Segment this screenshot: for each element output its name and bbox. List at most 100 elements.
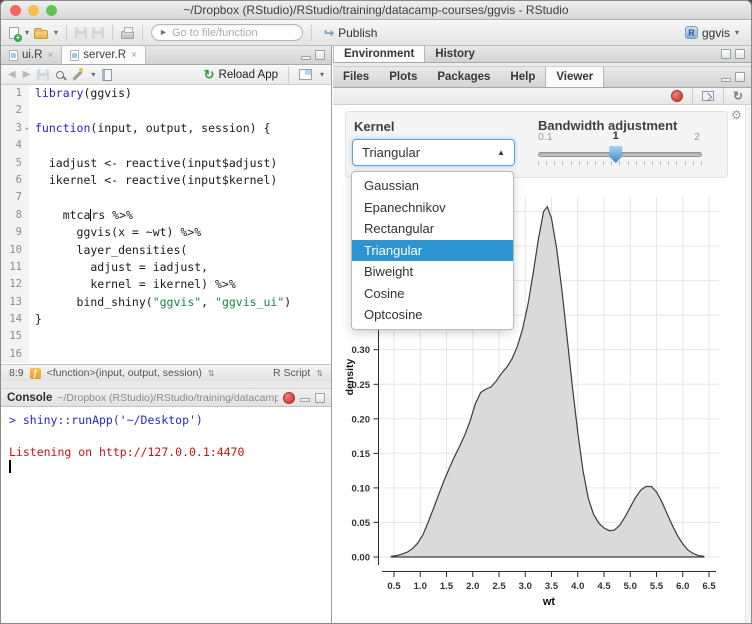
restore-pane-icon[interactable] <box>721 49 731 59</box>
close-tab-icon[interactable]: × <box>131 50 137 61</box>
slider-tick <box>636 161 637 165</box>
tab-viewer[interactable]: Viewer <box>545 67 604 87</box>
code-text <box>29 328 35 345</box>
tab-server-r[interactable]: server.R × <box>62 46 146 64</box>
traffic-lights <box>10 5 57 16</box>
titlebar[interactable]: ~/Dropbox (RStudio)/RStudio/training/dat… <box>1 1 751 20</box>
line-number: 9 <box>1 224 29 241</box>
open-in-new-window-icon[interactable] <box>702 91 714 101</box>
goto-file-search[interactable]: ► <box>151 24 303 41</box>
minimize-pane-icon[interactable] <box>721 78 731 82</box>
save-button[interactable] <box>75 27 87 39</box>
search-icon[interactable] <box>56 71 64 79</box>
compile-notebook-icon[interactable] <box>102 69 112 81</box>
maximize-pane-icon[interactable] <box>735 72 745 82</box>
svg-text:wt: wt <box>542 596 556 608</box>
minimize-pane-icon[interactable] <box>300 398 310 402</box>
dropdown-option-cosine[interactable]: Cosine <box>352 283 513 305</box>
close-window-button[interactable] <box>10 5 21 16</box>
dropdown-option-rectangular[interactable]: Rectangular <box>352 218 513 240</box>
open-file-button[interactable]: ▾ <box>34 26 58 39</box>
line-number: 7 <box>1 189 29 206</box>
stop-icon[interactable] <box>283 392 295 404</box>
minimize-pane-icon[interactable] <box>301 56 311 60</box>
zoom-window-button[interactable] <box>46 5 57 16</box>
viewer-scrollbar[interactable] <box>745 105 751 623</box>
close-tab-icon[interactable]: × <box>47 50 53 61</box>
line-number: 1 <box>1 85 29 102</box>
slider-tick <box>676 161 677 165</box>
maximize-pane-icon[interactable] <box>315 393 325 403</box>
code-tools-wand-icon[interactable] <box>71 69 83 81</box>
chevron-down-icon: ▾ <box>54 28 58 37</box>
code-line: 3▾function(input, output, session) { <box>1 120 331 137</box>
print-button[interactable] <box>121 31 134 39</box>
tab-ui-r[interactable]: ui.R× <box>1 46 62 64</box>
scope-label[interactable]: <function>(input, output, session) <box>47 367 202 379</box>
slider-tick <box>652 161 653 165</box>
slider-tick <box>603 161 604 165</box>
publish-button[interactable]: ↪ Publish <box>320 24 381 42</box>
publish-label: Publish <box>338 26 377 40</box>
dropdown-option-epanechnikov[interactable]: Epanechnikov <box>352 197 513 219</box>
forward-icon[interactable]: ▶ <box>23 70 31 80</box>
tab-environment[interactable]: Environment <box>333 46 425 62</box>
dropdown-option-triangular[interactable]: Triangular <box>352 240 513 262</box>
dropdown-option-optcosine[interactable]: Optcosine <box>352 304 513 326</box>
goto-file-input[interactable] <box>172 27 290 39</box>
kernel-dropdown-menu: GaussianEpanechnikovRectangularTriangula… <box>351 171 514 330</box>
environment-tabs: Environment History <box>333 46 485 62</box>
kernel-select[interactable]: Triangular ▲ <box>352 139 515 166</box>
new-file-icon <box>9 27 19 39</box>
code-line: 10 layer_densities( <box>1 242 331 259</box>
tab-label: Viewer <box>556 71 593 83</box>
code-line: 1library(ggvis) <box>1 85 331 102</box>
chevron-down-icon: ▾ <box>25 28 29 37</box>
tab-packages[interactable]: Packages <box>427 67 500 87</box>
code-text: kernel = ikernel) %>% <box>29 276 236 293</box>
line-number: 2 <box>1 102 29 119</box>
back-icon[interactable]: ◀ <box>8 70 16 80</box>
kernel-select-value: Triangular <box>362 145 420 160</box>
gear-icon[interactable]: ⚙ <box>731 109 742 121</box>
console-working-dir: ~/Dropbox (RStudio)/RStudio/training/dat… <box>57 392 278 404</box>
horizontal-splitter[interactable] <box>1 381 331 389</box>
doc-type-label[interactable]: R Script <box>273 367 310 379</box>
dropdown-option-gaussian[interactable]: Gaussian <box>352 175 513 197</box>
fold-icon[interactable]: ▾ <box>25 121 29 138</box>
console-output[interactable]: > shiny::runApp('~/Desktop') Listening o… <box>1 407 331 623</box>
minimize-window-button[interactable] <box>28 5 39 16</box>
tab-files[interactable]: Files <box>333 67 379 87</box>
code-text <box>29 102 35 119</box>
slider-tick <box>685 161 686 165</box>
slider-tick <box>571 161 572 165</box>
reload-app-button[interactable]: ↻ Reload App <box>204 68 278 81</box>
svg-text:3.5: 3.5 <box>545 581 559 592</box>
refresh-icon[interactable]: ↻ <box>733 90 743 102</box>
save-source-button[interactable] <box>37 69 49 81</box>
dropdown-option-biweight[interactable]: Biweight <box>352 261 513 283</box>
new-file-button[interactable]: ▾ <box>9 27 29 39</box>
slider-tick <box>554 161 555 165</box>
code-editor[interactable]: 1library(ggvis)23▾function(input, output… <box>1 85 331 364</box>
run-options-icon[interactable] <box>299 69 312 80</box>
maximize-pane-icon[interactable] <box>315 50 325 60</box>
r-project-icon: R <box>685 26 698 39</box>
tab-plots[interactable]: Plots <box>379 67 427 87</box>
slider-tick <box>538 161 539 165</box>
slider-tick <box>546 161 547 165</box>
slider-min-label: 0.1 <box>538 131 553 143</box>
slider-mid-label: 1 <box>613 130 619 142</box>
tab-label: History <box>435 48 475 60</box>
tab-help[interactable]: Help <box>500 67 545 87</box>
save-all-button[interactable] <box>92 27 104 39</box>
maximize-pane-icon[interactable] <box>735 49 745 59</box>
tab-history[interactable]: History <box>425 46 485 62</box>
environment-tabstrip: Environment History <box>333 46 751 63</box>
stop-app-icon[interactable] <box>671 90 683 102</box>
tab-label: Plots <box>389 71 417 83</box>
project-menu-button[interactable]: R ggvis ▾ <box>681 24 743 42</box>
goto-arrow-icon: ► <box>159 28 168 37</box>
tab-label: server.R <box>83 49 126 61</box>
svg-text:0.05: 0.05 <box>352 518 371 529</box>
